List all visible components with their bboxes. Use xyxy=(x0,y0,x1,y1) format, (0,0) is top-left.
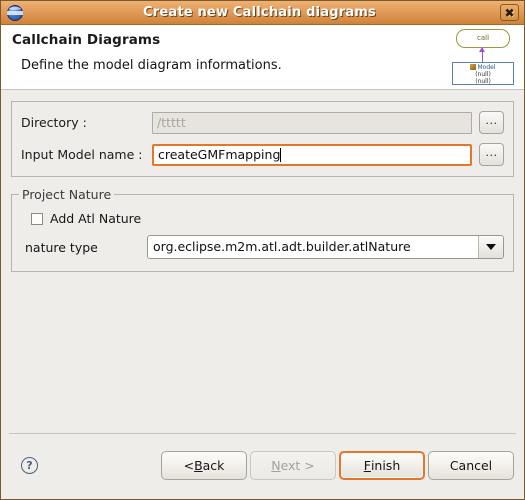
directory-input[interactable]: /ttttt xyxy=(152,111,472,134)
directory-label: Directory : xyxy=(21,115,87,130)
finish-button[interactable]: Finish xyxy=(339,451,425,480)
dialog-footer: ? < Back Next > Finish Cancel xyxy=(1,433,524,499)
footer-separator xyxy=(9,433,516,434)
add-atl-nature-label: Add Atl Nature xyxy=(50,211,142,226)
add-atl-nature-row: Add Atl Nature xyxy=(31,211,504,226)
back-button-prefix: < xyxy=(183,458,195,473)
eclipse-globe-icon xyxy=(7,4,23,21)
page-title: Callchain Diagrams xyxy=(12,32,161,48)
help-icon[interactable]: ? xyxy=(21,457,38,474)
nature-type-value: org.eclipse.m2m.atl.adt.builder.atlNatur… xyxy=(148,236,478,258)
nature-type-label: nature type xyxy=(25,239,98,255)
back-button-rest: ack xyxy=(202,458,225,473)
nature-type-dropdown-button[interactable] xyxy=(478,236,503,258)
nature-type-row: nature type org.eclipse.m2m.atl.adt.buil… xyxy=(25,235,504,259)
model-node: Model (null) (null) xyxy=(452,62,514,85)
directory-browse-button[interactable]: ... xyxy=(479,111,504,134)
model-icon xyxy=(470,64,477,70)
input-model-name-browse-button[interactable]: ... xyxy=(479,143,504,166)
finish-button-rest: inish xyxy=(370,458,401,473)
next-button-mnemonic: N xyxy=(271,458,281,473)
close-icon: ✖ xyxy=(504,5,515,20)
call-node: call xyxy=(456,29,510,48)
title-bar: Create new Callchain diagrams ✖ xyxy=(1,1,524,25)
model-node-line2: (null) xyxy=(475,71,491,78)
model-node-title: Model xyxy=(477,64,496,71)
project-nature-group-title: Project Nature xyxy=(19,187,115,202)
create-callchain-diagrams-dialog: Create new Callchain diagrams ✖ Callchai… xyxy=(0,0,525,500)
page-description: Define the model diagram informations. xyxy=(21,58,282,73)
wizard-header: Callchain Diagrams Define the model diag… xyxy=(1,25,524,90)
cancel-button-label: Cancel xyxy=(449,458,493,473)
finish-button-mnemonic: F xyxy=(363,458,371,473)
cancel-button[interactable]: Cancel xyxy=(428,451,514,480)
paths-panel: Directory : /ttttt ... Input Model name … xyxy=(11,101,514,177)
window-title: Create new Callchain diagrams xyxy=(142,5,376,20)
model-node-title-row: Model xyxy=(453,64,513,71)
dialog-body: Directory : /ttttt ... Input Model name … xyxy=(1,90,524,434)
model-node-line3: (null) xyxy=(475,78,491,85)
arrow-up-icon xyxy=(479,47,485,62)
text-caret xyxy=(280,147,282,162)
nature-type-combo[interactable]: org.eclipse.m2m.atl.adt.builder.atlNatur… xyxy=(147,235,504,259)
chevron-down-icon xyxy=(486,244,496,250)
callchain-diagram-graphic: call Model (null) (null) xyxy=(452,29,516,85)
input-model-name-label: Input Model name : xyxy=(21,147,143,162)
next-button[interactable]: Next > xyxy=(250,451,336,480)
directory-row: Directory : /ttttt ... xyxy=(21,111,504,134)
project-nature-group: Project Nature Add Atl Nature nature typ… xyxy=(11,187,514,272)
button-bar: < Back Next > Finish Cancel xyxy=(161,451,514,480)
input-model-name-value: createGMFmapping xyxy=(158,146,281,162)
close-button[interactable]: ✖ xyxy=(500,4,519,21)
back-button-mnemonic: B xyxy=(194,458,203,473)
back-button[interactable]: < Back xyxy=(161,451,247,480)
input-model-name-input[interactable]: createGMFmapping xyxy=(152,143,472,166)
next-button-rest: ext > xyxy=(280,458,315,473)
input-model-name-row: Input Model name : createGMFmapping ... xyxy=(21,143,504,166)
add-atl-nature-checkbox[interactable] xyxy=(31,212,43,225)
